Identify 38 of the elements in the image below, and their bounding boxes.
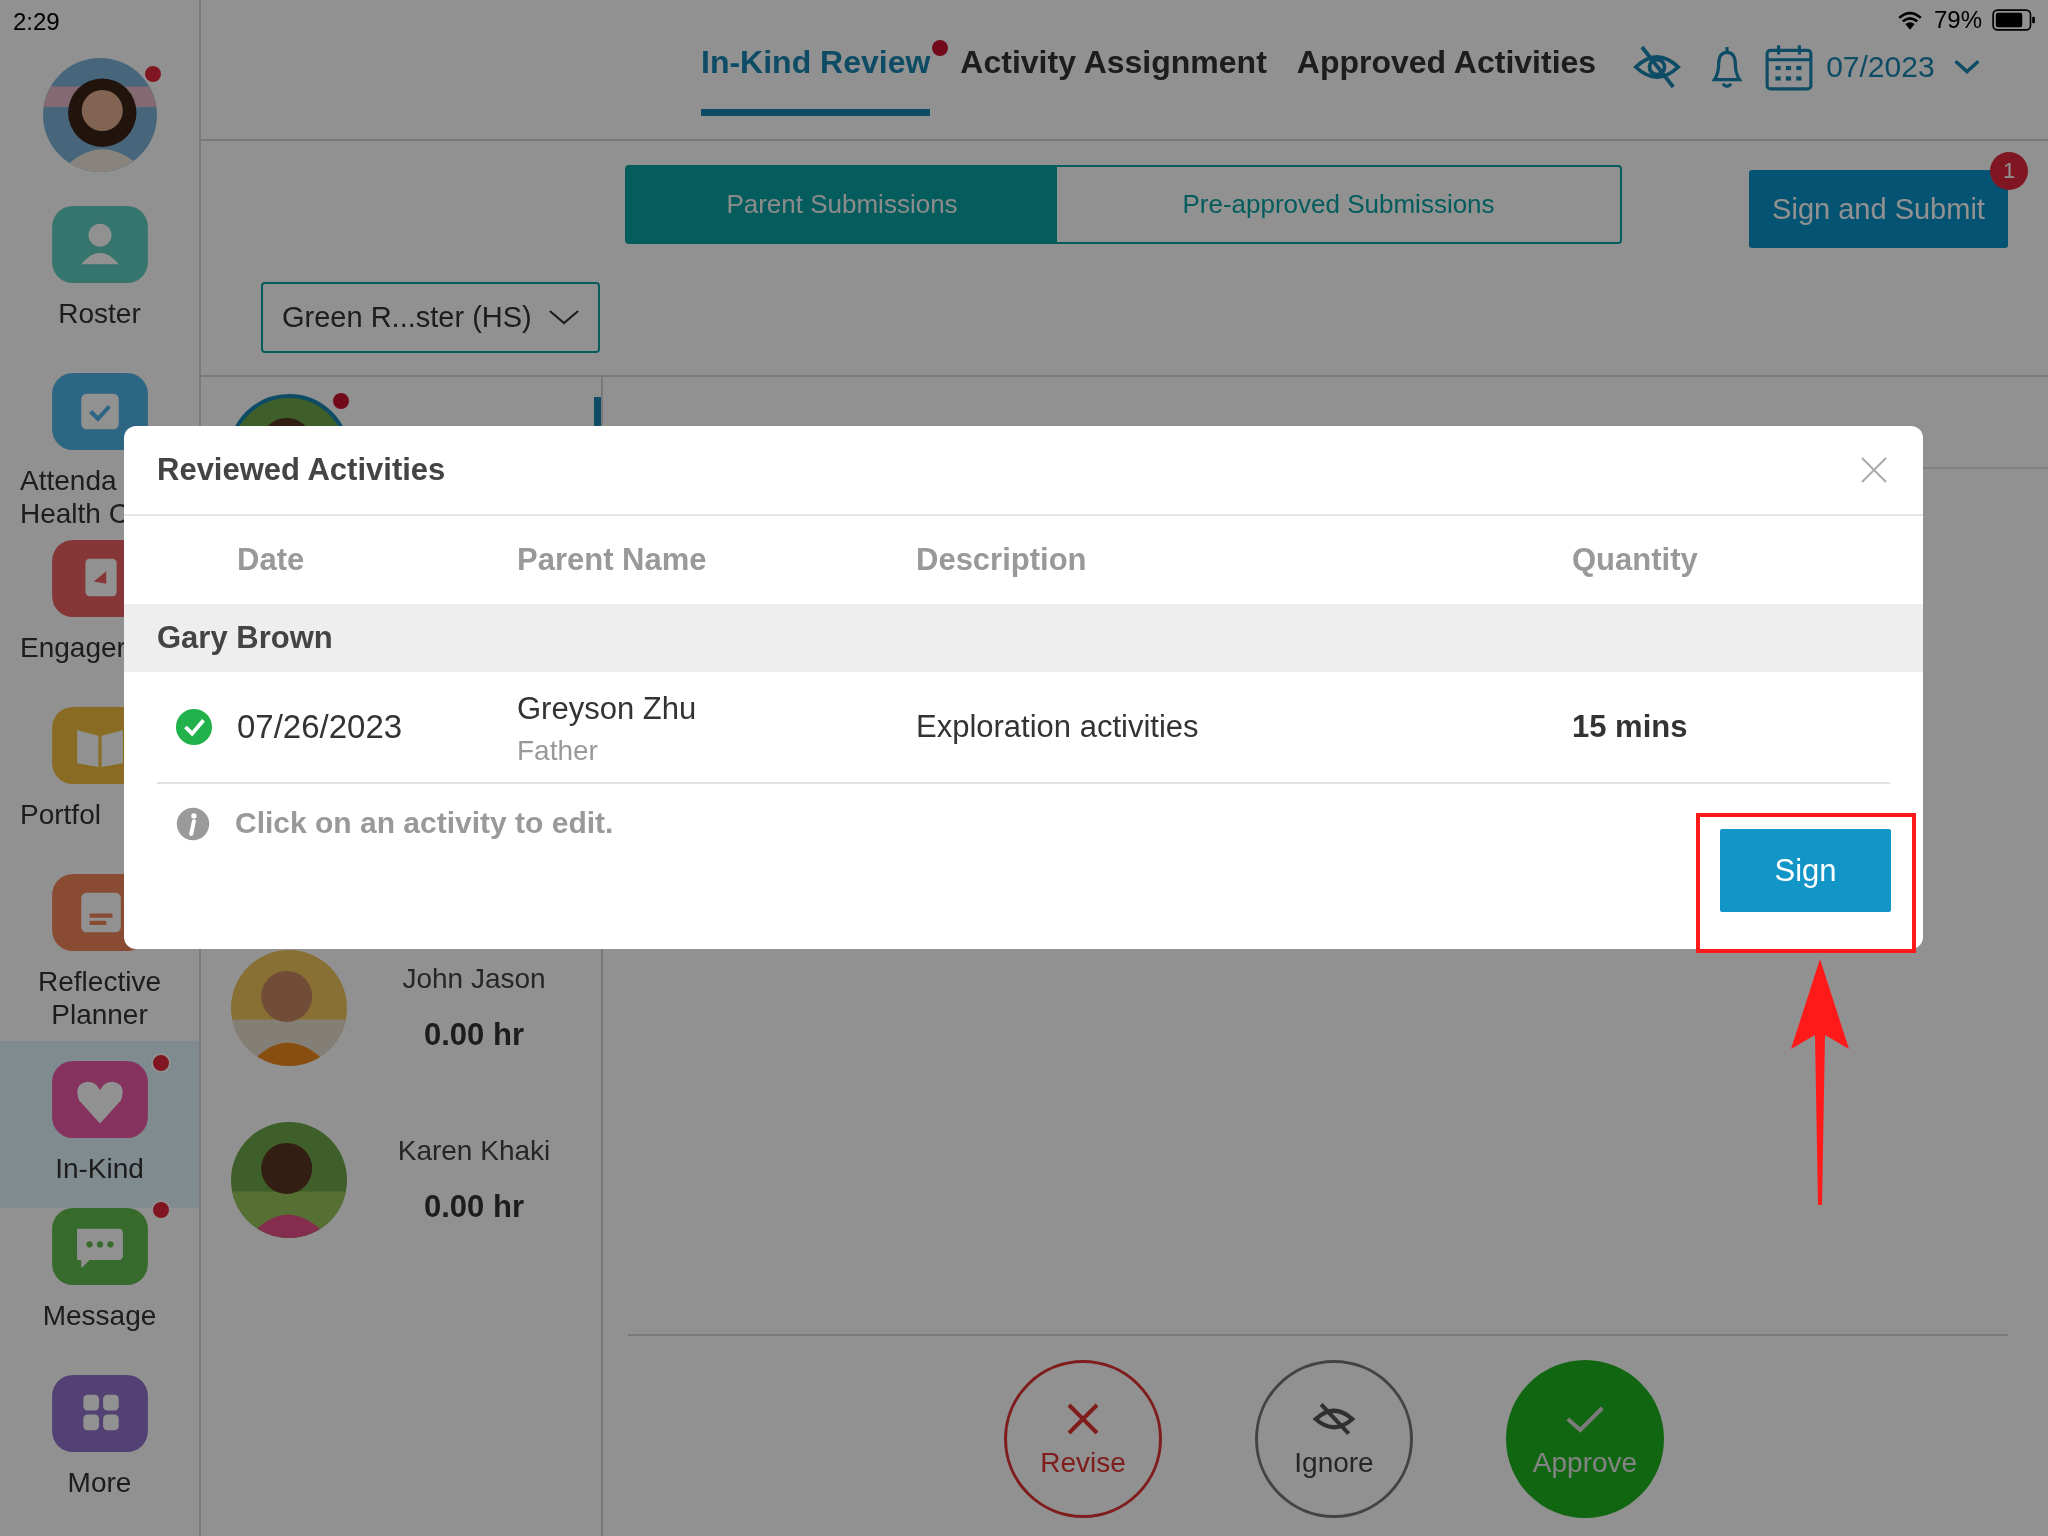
ignore-button[interactable]: Ignore — [1255, 1360, 1413, 1518]
parent-name: Greyson Zhu — [517, 691, 698, 727]
hint-text: Click on an activity to edit. — [235, 806, 614, 840]
tab[interactable]: Activity Assignment — [960, 44, 1267, 116]
column-header: Date — [237, 542, 306, 578]
battery-percent: 79% — [1933, 6, 1982, 34]
sidebar-item[interactable]: Roster — [0, 206, 199, 373]
student-name: Karen Khaki — [397, 1135, 551, 1167]
sidebar-item[interactable]: More — [0, 1375, 199, 1536]
tab[interactable]: Approved Activities — [1296, 44, 1597, 116]
column-header: Quantity — [1572, 542, 1699, 578]
roster-dropdown[interactable]: Green R...ster (HS) — [261, 282, 600, 353]
column-header: Description — [916, 542, 1088, 578]
student-item[interactable]: Karen Khaki 0.00 hr — [201, 1094, 601, 1266]
parent-relation: Father — [517, 735, 599, 767]
dialog-title: Reviewed Activities — [157, 452, 446, 488]
sidebar-item[interactable]: Message — [0, 1208, 199, 1375]
month-picker[interactable]: 07/2023 — [1826, 50, 1981, 84]
sidebar-item[interactable]: In-Kind — [0, 1041, 199, 1208]
student-name: John Jason — [402, 963, 546, 995]
battery-icon — [1992, 9, 2036, 31]
column-header: Parent Name — [517, 542, 708, 578]
status-time: 2:29 — [12, 7, 61, 36]
student-hours: 0.00 hr — [424, 1189, 524, 1225]
tab[interactable]: In-Kind Review — [701, 44, 931, 116]
chevron-icon — [1952, 59, 1981, 75]
close-icon[interactable] — [1859, 455, 1889, 485]
sign-button[interactable]: Sign — [1720, 829, 1891, 912]
calendar-icon[interactable] — [1764, 42, 1815, 92]
student-hours: 0.00 hr — [424, 1017, 524, 1053]
quantity-cell-text: 15 mins — [1572, 709, 1689, 745]
info-icon — [175, 806, 211, 842]
revise-button[interactable]: Revise — [1004, 1360, 1162, 1518]
group-name: Gary Brown — [157, 620, 333, 656]
date-cell-text: 07/26/2023 — [237, 708, 404, 746]
description-cell-text: Exploration activities — [916, 709, 1200, 745]
count-badge: 1 — [1990, 152, 2028, 190]
chevron-icon — [548, 309, 580, 326]
